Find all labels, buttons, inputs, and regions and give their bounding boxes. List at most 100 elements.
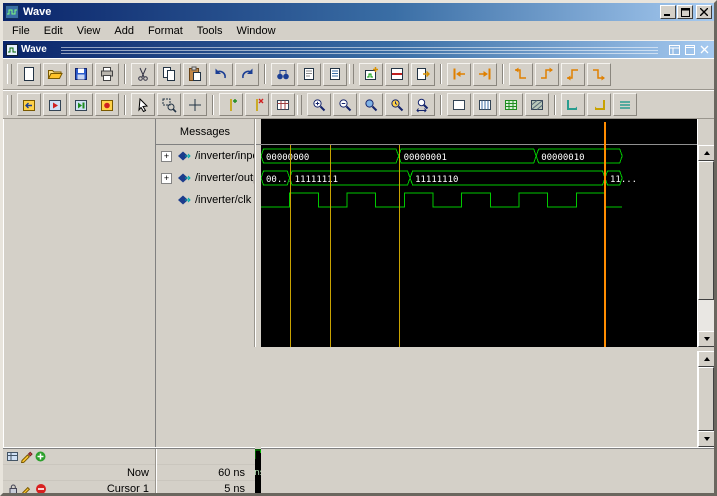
export-wave-button[interactable] — [411, 63, 435, 86]
cursor-list-icon[interactable] — [6, 450, 19, 463]
vertical-splitter[interactable] — [3, 119, 156, 447]
edit-mode-button[interactable] — [183, 93, 207, 116]
vertical-scrollbar-cursors[interactable] — [697, 351, 714, 447]
expand-toggle[interactable]: + — [161, 151, 172, 162]
zoom-full-button[interactable] — [359, 93, 383, 116]
expanded-time-off-button[interactable] — [447, 93, 471, 116]
next-transition-button[interactable] — [473, 63, 497, 86]
restart-button[interactable] — [17, 93, 41, 116]
previous-rising-edge-button[interactable] — [509, 63, 533, 86]
scroll-up-button[interactable] — [698, 351, 715, 367]
run-button[interactable] — [43, 93, 67, 116]
cursor-names-panel[interactable]: Now Cursor 1 Cursor 2 Cursor 3 — [3, 449, 156, 496]
next-falling-edge-button[interactable] — [587, 63, 611, 86]
scroll-down-button[interactable] — [698, 431, 715, 447]
wave-pane-header[interactable]: Wave — [3, 41, 714, 58]
menu-view[interactable]: View — [70, 22, 108, 40]
scrollbar-track[interactable] — [698, 161, 714, 331]
toolbar-separator — [440, 95, 442, 115]
zoom-cursor-button[interactable] — [385, 93, 409, 116]
add-to-wave-button[interactable] — [359, 63, 383, 86]
delete-cursor-icon[interactable] — [34, 483, 47, 495]
expanded-time-delta-button[interactable] — [473, 93, 497, 116]
save-button[interactable] — [69, 63, 93, 86]
minimize-button[interactable] — [660, 5, 676, 19]
scroll-up-button[interactable] — [698, 145, 715, 161]
lock-cursor-icon[interactable] — [6, 483, 19, 495]
now-row[interactable]: Now — [3, 465, 155, 481]
color-cursor-icon[interactable] — [20, 483, 33, 495]
pane-maximize-button[interactable] — [683, 44, 696, 56]
redo-button[interactable] — [235, 63, 259, 86]
menu-tools[interactable]: Tools — [190, 22, 230, 40]
waveform-trace-clk[interactable] — [261, 189, 697, 211]
undo-button[interactable] — [209, 63, 233, 86]
signal-row[interactable]: /inverter/clk — [156, 189, 254, 211]
zoom-mode-button[interactable] — [157, 93, 181, 116]
previous-rising-edge-icon — [513, 66, 529, 82]
previous-falling-edge-button[interactable] — [561, 63, 585, 86]
close-button[interactable] — [696, 5, 712, 19]
scrollbar-thumb[interactable] — [698, 161, 714, 300]
waveform-area[interactable]: 000000000000000100000010 00...1111111111… — [261, 119, 697, 347]
expanded-time-grid-button[interactable] — [525, 93, 549, 116]
edit-grid-button[interactable] — [271, 93, 295, 116]
toolbar-grip[interactable] — [7, 95, 12, 115]
add-cursor-button[interactable] — [219, 93, 243, 116]
show-hierarchy-button[interactable] — [297, 63, 321, 86]
open-button[interactable] — [43, 63, 67, 86]
expand-time-button[interactable] — [561, 93, 585, 116]
zoom-out-button[interactable] — [333, 93, 357, 116]
scroll-down-button[interactable] — [698, 331, 715, 347]
vertical-scrollbar-signals[interactable] — [697, 119, 714, 347]
cursor-values-panel[interactable]: 60 ns 5 ns 12 ns 24 ns 60 ns — [156, 449, 255, 496]
waveform-trace-inport[interactable]: 000000000000000100000010 — [261, 145, 697, 167]
menu-add[interactable]: Add — [107, 22, 141, 40]
next-rising-edge-button[interactable] — [535, 63, 559, 86]
toolbar-grip[interactable] — [297, 95, 302, 115]
select-mode-button[interactable] — [131, 93, 155, 116]
signal-names-panel[interactable]: Messages + /inverter/inport + /inverter/… — [156, 119, 255, 347]
window-titlebar[interactable]: Wave — [3, 3, 714, 21]
previous-transition-button[interactable] — [447, 63, 471, 86]
edit-cursor-icon[interactable] — [20, 450, 33, 463]
insert-divider-button[interactable] — [385, 63, 409, 86]
pane-drag-grip[interactable] — [61, 45, 658, 54]
new-button[interactable] — [17, 63, 41, 86]
pane-close-button[interactable] — [698, 44, 711, 56]
find-button[interactable] — [271, 63, 295, 86]
toolbar-grip[interactable] — [7, 64, 12, 84]
filter-signals-icon — [327, 66, 343, 82]
signal-row[interactable]: + /inverter/inport — [156, 145, 254, 167]
toolbar-grip[interactable] — [349, 64, 354, 84]
scrollbar-thumb[interactable] — [698, 367, 714, 431]
collapse-time-button[interactable] — [587, 93, 611, 116]
copy-button[interactable] — [157, 63, 181, 86]
cut-button[interactable] — [131, 63, 155, 86]
cursor-row[interactable]: Cursor 1 — [3, 481, 155, 496]
signal-row[interactable]: + /inverter/outport — [156, 167, 254, 189]
messages-column-header[interactable]: Messages — [156, 119, 254, 145]
filter-signals-button[interactable] — [323, 63, 347, 86]
expand-all-time-button[interactable] — [613, 93, 637, 116]
horizontal-splitter[interactable] — [261, 447, 714, 449]
break-button[interactable] — [95, 93, 119, 116]
scrollbar-track[interactable] — [698, 367, 714, 431]
cursor-track-area[interactable]: 0 ns20 ns40 ns60 ns 7 ns5 ns12 ns12 ns36… — [255, 449, 261, 496]
zoom-range-button[interactable] — [411, 93, 435, 116]
waveform-trace-outport[interactable]: 00...111111111111111011... — [261, 167, 697, 189]
maximize-button[interactable] — [677, 5, 693, 19]
zoom-in-button[interactable] — [307, 93, 331, 116]
pane-dock-button[interactable] — [668, 44, 681, 56]
menu-format[interactable]: Format — [141, 22, 190, 40]
menu-file[interactable]: File — [5, 22, 37, 40]
expanded-time-event-button[interactable] — [499, 93, 523, 116]
add-cursor-icon[interactable] — [34, 450, 47, 463]
time-ruler[interactable]: 0 ns20 ns40 ns60 ns — [255, 449, 261, 481]
continue-run-button[interactable] — [69, 93, 93, 116]
menu-window[interactable]: Window — [229, 22, 282, 40]
expand-toggle[interactable]: + — [161, 173, 172, 184]
paste-button[interactable] — [183, 63, 207, 86]
menu-edit[interactable]: Edit — [37, 22, 70, 40]
print-button[interactable] — [95, 63, 119, 86]
